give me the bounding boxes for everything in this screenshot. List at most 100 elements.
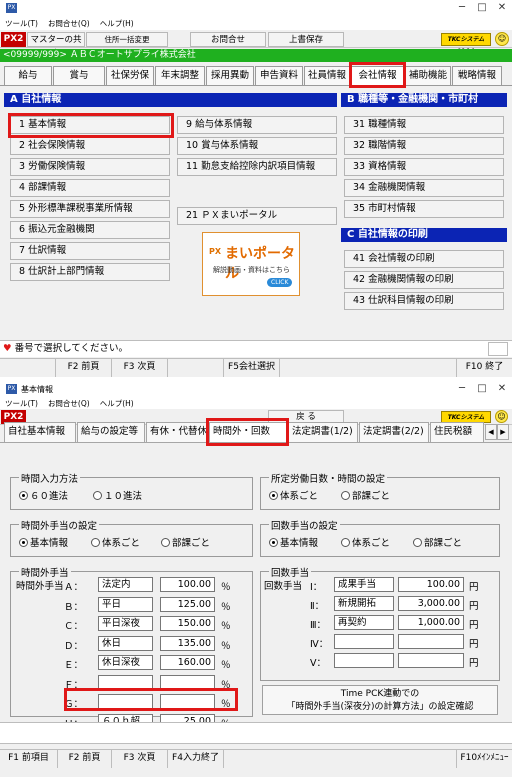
ot-row-rate-input[interactable]: 125.00 — [160, 596, 215, 612]
tab-company[interactable]: 会社情報 — [351, 66, 404, 86]
radio-ot-basic[interactable]: 基本情報 — [19, 535, 68, 549]
smiley-icon[interactable]: ☺ — [495, 32, 509, 46]
radio-work-system[interactable]: 体系ごと — [269, 488, 318, 502]
menu-item-8[interactable]: 8 仕訳計上部門情報 — [10, 263, 170, 281]
fkey-f3[interactable]: F3 次頁 — [112, 359, 168, 377]
timepack-check-button[interactable]: Time PCK連動での 「時間外手当(深夜分)の計算方法」の設定確認 — [262, 685, 498, 715]
cnt-row-name-input[interactable]: 再契約 — [334, 615, 394, 630]
fkey2-f1[interactable]: F1 前項目 — [0, 750, 58, 768]
menu-item-41[interactable]: 41 会社情報の印刷 — [344, 250, 504, 268]
master-share-button[interactable]: マスターの共有 — [27, 32, 85, 59]
ot-row-rate-input[interactable] — [160, 674, 215, 690]
cnt-row-name-input[interactable] — [334, 634, 394, 649]
cnt-row-name-input[interactable] — [334, 653, 394, 668]
fkey2-f4[interactable]: F4入力終了 — [168, 750, 224, 768]
menu-item-32[interactable]: 32 職階情報 — [344, 137, 504, 155]
radio-cnt-system[interactable]: 体系ごと — [341, 535, 390, 549]
menu-item-4[interactable]: 4 部課情報 — [10, 179, 170, 197]
fkey2-f3[interactable]: F3 次頁 — [112, 750, 168, 768]
tab-employee[interactable]: 社員情報 — [304, 66, 350, 85]
radio-base10[interactable]: １０進法 — [93, 488, 142, 502]
menu-item-9[interactable]: 9 給与体系情報 — [177, 116, 337, 134]
ot-row-name-input[interactable]: 休日 — [98, 635, 153, 651]
bulk-address-button[interactable]: 住所一括変更 — [86, 32, 168, 47]
ot-row-rate-input[interactable]: 135.00 — [160, 635, 215, 651]
fkey2-f2[interactable]: F2 前頁 — [58, 750, 112, 768]
ot-row-name-input[interactable]: 休日深夜 — [98, 655, 153, 670]
radio-cnt-dept[interactable]: 部課ごと — [413, 535, 462, 549]
ot-row-rate-input[interactable]: 100.00 — [160, 577, 215, 592]
ot-row-rate-input[interactable]: 160.00 — [160, 655, 215, 670]
mai-portal-banner[interactable]: PX まいポータル 解説動画・資料はこちら CLICK — [202, 232, 300, 296]
tab-filing[interactable]: 申告資料 — [255, 66, 303, 85]
cnt-row-name-input[interactable]: 成果手当 — [334, 577, 394, 592]
menu-item-3[interactable]: 3 労働保険情報 — [10, 158, 170, 176]
close-button[interactable]: ✕ — [496, 2, 508, 14]
tab-salary-settings[interactable]: 給与の設定等 — [77, 422, 145, 442]
tab-resident-tax[interactable]: 住民税額 — [430, 422, 484, 442]
save-button[interactable]: 上書保存 — [268, 32, 344, 47]
cnt-row-amount-input[interactable] — [398, 653, 464, 668]
menu-help-2[interactable]: ヘルプ(H) — [100, 398, 134, 409]
menu-item-31[interactable]: 31 職種情報 — [344, 116, 504, 134]
radio-work-dept[interactable]: 部課ごと — [341, 488, 390, 502]
tab-auxiliary[interactable]: 補助機能 — [405, 66, 451, 85]
cnt-row-amount-input[interactable]: 1,000.00 — [398, 615, 464, 630]
menu-inquiry-2[interactable]: お問合せ(Q) — [48, 398, 90, 409]
tab-strategy[interactable]: 戦略情報 — [452, 66, 502, 85]
menu-tools-2[interactable]: ツール(T) — [5, 398, 38, 409]
tab-statutory-2[interactable]: 法定調書(2/2) — [359, 422, 429, 442]
ot-row-name-input[interactable] — [98, 674, 153, 690]
radio-cnt-basic[interactable]: 基本情報 — [269, 535, 318, 549]
tab-hiring[interactable]: 採用異動 — [206, 66, 254, 85]
fkey-f2[interactable]: F2 前頁 — [56, 359, 112, 377]
menu-item-11[interactable]: 11 勤怠支給控除内訳項目情報 — [177, 158, 337, 176]
cnt-row-name-input[interactable]: 新規開拓 — [334, 596, 394, 611]
inquiry-button[interactable]: お問合せ — [190, 32, 266, 47]
fkey-f5[interactable]: F5会社選択 — [224, 359, 280, 377]
ot-row-name-input[interactable]: 平日深夜 — [98, 616, 153, 631]
smiley-icon-2[interactable]: ☺ — [495, 410, 508, 423]
cnt-row-amount-input[interactable]: 100.00 — [398, 577, 464, 592]
menu-inquiry[interactable]: お問合せ(Q) — [48, 18, 90, 29]
cnt-row-amount-input[interactable]: 3,000.00 — [398, 596, 464, 611]
menu-item-1[interactable]: 1 基本情報 — [10, 116, 170, 134]
fkey2-f10[interactable]: F10ﾒｲﾝﾒﾆｭｰ — [456, 750, 512, 768]
ot-row-name-input[interactable]: 法定内 — [98, 577, 153, 592]
tab-social-insurance[interactable]: 社保労保 — [106, 66, 154, 85]
menu-item-6[interactable]: 6 振込元金融機関 — [10, 221, 170, 239]
menu-item-21[interactable]: 21 ＰＸまいポータル — [177, 207, 337, 225]
menu-item-35[interactable]: 35 市町村情報 — [344, 200, 504, 218]
ot-row-rate-input[interactable]: 150.00 — [160, 616, 215, 631]
menu-item-42[interactable]: 42 金融機関情報の印刷 — [344, 271, 504, 289]
cnt-row-amount-input[interactable] — [398, 634, 464, 649]
menu-item-7[interactable]: 7 仕訳情報 — [10, 242, 170, 260]
menu-item-10[interactable]: 10 賞与体系情報 — [177, 137, 337, 155]
tab-company-basic[interactable]: 自社基本情報 — [4, 422, 76, 442]
tab-paid-leave[interactable]: 有休・代替休 — [146, 422, 208, 442]
menu-item-5[interactable]: 5 外形標準課税事業所情報 — [10, 200, 170, 218]
menu-item-33[interactable]: 33 資格情報 — [344, 158, 504, 176]
maximize-button-2[interactable]: □ — [476, 383, 488, 395]
menu-item-2[interactable]: 2 社会保険情報 — [10, 137, 170, 155]
radio-ot-system[interactable]: 体系ごと — [91, 535, 140, 549]
tab-year-end[interactable]: 年末調整 — [155, 66, 205, 85]
menu-item-43[interactable]: 43 仕訳科目情報の印刷 — [344, 292, 504, 310]
tab-overtime[interactable]: 時間外・回数 — [209, 422, 287, 443]
fkey-f10[interactable]: F10 終了 — [456, 359, 512, 377]
menu-item-34[interactable]: 34 金融機関情報 — [344, 179, 504, 197]
minimize-button[interactable]: ─ — [456, 2, 468, 14]
maximize-button[interactable]: □ — [476, 2, 488, 14]
tab-scroll-right[interactable]: ▶ — [497, 424, 509, 440]
menu-help[interactable]: ヘルプ(H) — [100, 18, 134, 29]
tab-salary[interactable]: 給与 — [4, 66, 52, 85]
radio-base60[interactable]: ６０進法 — [19, 488, 68, 502]
ot-row-name-input[interactable]: 平日 — [98, 596, 153, 612]
radio-ot-dept[interactable]: 部課ごと — [161, 535, 210, 549]
close-button-2[interactable]: ✕ — [496, 383, 508, 395]
menu-tools[interactable]: ツール(T) — [5, 18, 38, 29]
tab-statutory-1[interactable]: 法定調書(1/2) — [288, 422, 358, 442]
tab-bonus[interactable]: 賞与 — [53, 66, 105, 85]
tab-scroll-left[interactable]: ◀ — [485, 424, 497, 440]
minimize-button-2[interactable]: ─ — [456, 383, 468, 395]
